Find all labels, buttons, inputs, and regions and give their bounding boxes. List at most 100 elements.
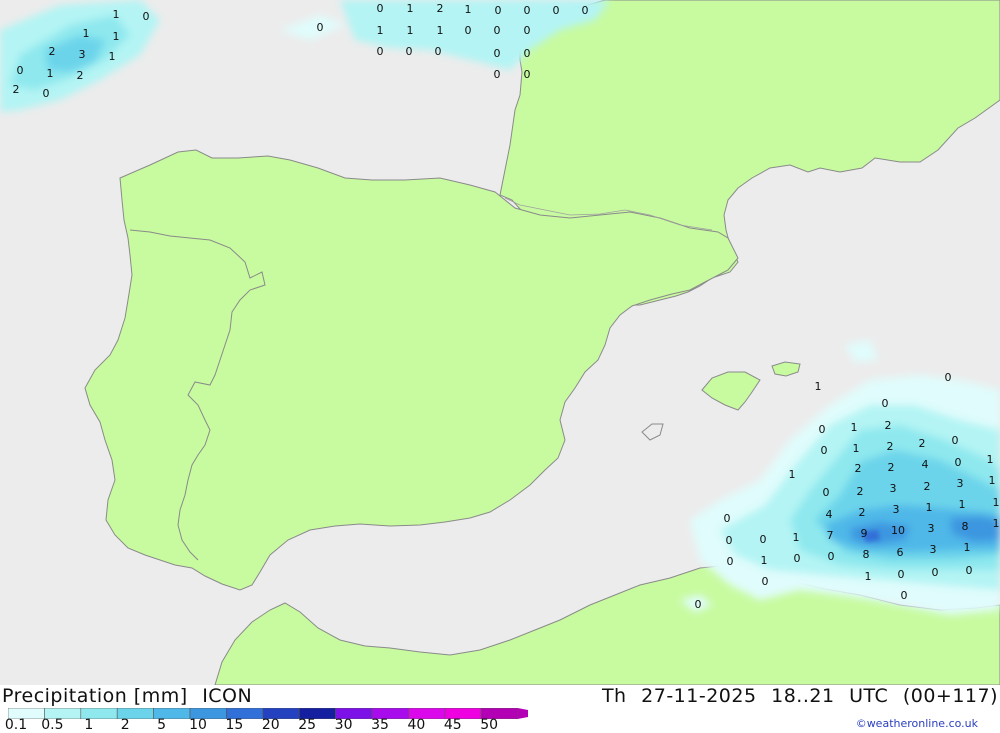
precip-value: 1: [407, 24, 414, 37]
legend-label: 0.1: [4, 717, 28, 733]
precip-value: 1: [113, 30, 120, 43]
precip-value: 1: [926, 501, 933, 514]
precip-value: 0: [435, 45, 442, 58]
precip-value: 0: [495, 4, 502, 17]
precip-value: 3: [79, 48, 86, 61]
precip-value: 0: [524, 4, 531, 17]
legend-label: 2: [120, 717, 130, 733]
precip-value: 1: [851, 421, 858, 434]
precip-value: 0: [524, 68, 531, 81]
forecast-run: (00+117): [902, 685, 998, 707]
precip-value: 0: [377, 45, 384, 58]
precip-value: 0: [43, 87, 50, 100]
precip-value: 1: [437, 24, 444, 37]
credit-text: ©weatheronline.co.uk: [855, 717, 978, 730]
map-title: Precipitation [mm] ICON: [2, 685, 260, 707]
precip-value: 2: [919, 437, 926, 450]
precip-value: 0: [952, 434, 959, 447]
precip-value: 8: [962, 520, 969, 533]
precip-value: 0: [955, 456, 962, 469]
precip-value: 1: [987, 453, 994, 466]
precip-value: 1: [853, 442, 860, 455]
valid-date: 27-11-2025: [641, 685, 757, 707]
legend-label: 45: [443, 717, 462, 733]
legend-label: 25: [298, 717, 317, 733]
map-canvas: 1 01 12 3 10 1 22 000 1 2 1 0 0 0 01 1 1 0 0 00 0 0 0 00 01000 1 2…: [0, 0, 1000, 685]
precip-value: 1: [761, 554, 768, 567]
precip-value: 2: [924, 480, 931, 493]
precip-value: 0: [762, 575, 769, 588]
precipitation-map: 1011231012200012100001110000000000100012…: [0, 0, 1000, 685]
legend-label: 5: [157, 717, 167, 733]
valid-time: Th 27-11-2025 18..21 UTC (00+117): [594, 685, 998, 707]
precip-value: 2: [859, 506, 866, 519]
precip-value: 0: [726, 534, 733, 547]
precip-value: 1: [993, 496, 1000, 509]
legend-label: 35: [371, 717, 389, 733]
precip-value: 0: [727, 555, 734, 568]
legend-label: 30: [334, 717, 353, 733]
precip-value: 1: [964, 541, 971, 554]
precip-value: 3: [890, 482, 897, 495]
precip-value: 3: [930, 543, 937, 556]
valid-tz: UTC: [849, 685, 889, 707]
precip-value: 0: [582, 4, 589, 17]
precip-value: 3: [928, 522, 935, 535]
precip-value: 0: [828, 550, 835, 563]
precip-value: 0: [524, 47, 531, 60]
precip-value: 0: [945, 371, 952, 384]
precip-value: 2: [887, 440, 894, 453]
valid-day: Th: [601, 685, 627, 707]
precip-value: 0: [494, 47, 501, 60]
precip-value: 0: [494, 24, 501, 37]
precip-value: 0: [821, 444, 828, 457]
precip-value: 0: [317, 21, 324, 34]
precip-value: 0: [553, 4, 560, 17]
precip-value: 1: [407, 2, 414, 15]
precip-value: 0: [760, 533, 767, 546]
precip-value: 1: [959, 498, 966, 511]
precip-value: 2: [855, 462, 862, 475]
precip-value: 10: [891, 524, 905, 537]
precip-value: 0: [524, 24, 531, 37]
legend-labels: 0.1 0.5 1 2 5 10 15 20 25 30 35 40 45 50: [0, 717, 540, 733]
precip-value: 2: [437, 2, 444, 15]
precip-value: 1: [83, 27, 90, 40]
legend-label: 10: [189, 717, 207, 733]
precip-value: 2: [857, 485, 864, 498]
legend-label: 40: [407, 717, 426, 733]
precip-value: 4: [922, 458, 929, 471]
precip-value: 7: [827, 529, 834, 542]
precip-value: 1: [109, 50, 116, 63]
legend-label: 1: [84, 717, 94, 733]
precip-value: 4: [826, 508, 833, 521]
precip-value: 1: [793, 531, 800, 544]
precip-value: 0: [494, 68, 501, 81]
precip-value: 2: [49, 45, 56, 58]
precip-value: 0: [17, 64, 24, 77]
precip-value: 0: [794, 552, 801, 565]
precip-value: 0: [901, 589, 908, 602]
precip-value: 1: [47, 67, 54, 80]
precip-value: 2: [888, 461, 895, 474]
precip-value: 6: [897, 546, 904, 559]
precip-value: 1: [989, 474, 996, 487]
legend-label: 50: [480, 717, 499, 733]
precip-value: 0: [819, 423, 826, 436]
model-name: ICON: [202, 685, 253, 707]
precip-value: 1: [815, 380, 822, 393]
precip-value: 0: [898, 568, 905, 581]
precip-value: 0: [932, 566, 939, 579]
precip-value: 3: [957, 477, 964, 490]
title-label: Precipitation [mm]: [2, 685, 188, 707]
precip-value: 2: [77, 69, 84, 82]
precip-value: 9: [861, 527, 868, 540]
precip-value: 0: [966, 564, 973, 577]
precip-value: 2: [885, 419, 892, 432]
legend-label: 0.5: [41, 717, 64, 733]
precip-value: 2: [13, 83, 20, 96]
precip-value: 3: [893, 503, 900, 516]
precip-value: 1: [789, 468, 796, 481]
valid-hours: 18..21: [771, 685, 835, 707]
precip-value: 0: [823, 486, 830, 499]
